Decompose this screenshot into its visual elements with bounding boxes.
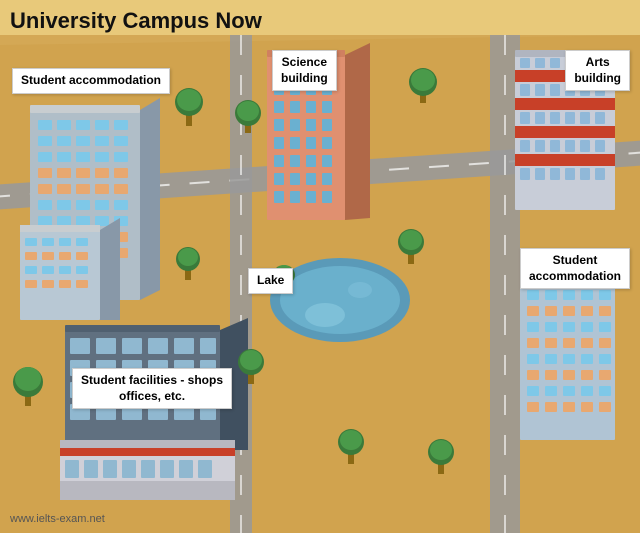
label-student-accommodation-right: Studentaccommodation bbox=[520, 248, 630, 289]
label-student-facilities: Student facilities - shopsoffices, etc. bbox=[72, 368, 232, 409]
watermark: www.ielts-exam.net bbox=[10, 513, 105, 525]
page-container: University Campus Now bbox=[0, 0, 640, 533]
label-student-accommodation-left: Student accommodation bbox=[12, 68, 170, 94]
page-title: University Campus Now bbox=[10, 8, 262, 34]
label-arts-building: Artsbuilding bbox=[565, 50, 630, 91]
label-lake: Lake bbox=[248, 268, 293, 294]
label-science-building: Sciencebuilding bbox=[272, 50, 337, 91]
